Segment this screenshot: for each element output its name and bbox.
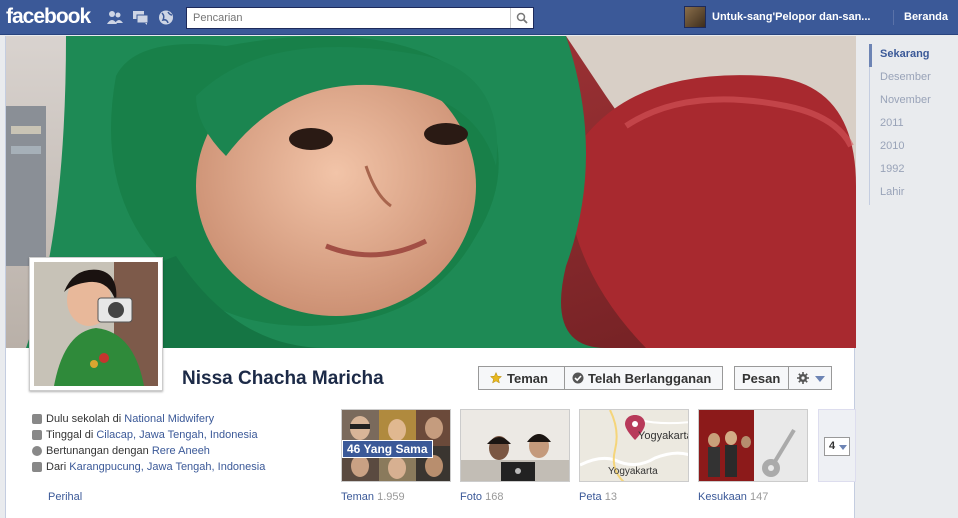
timeline-item-december[interactable]: Desember <box>869 67 949 90</box>
hometown-link[interactable]: Karangpucung, Jawa Tengah, Indonesia <box>69 461 265 473</box>
friends-tile[interactable]: 46 Yang Sama <box>341 409 451 482</box>
search-box <box>186 7 534 29</box>
chevron-down-icon <box>839 445 847 450</box>
friends-button[interactable]: Teman <box>478 366 565 390</box>
likes-count: 147 <box>750 491 769 503</box>
home-link[interactable]: Beranda <box>904 11 948 23</box>
likes-link[interactable]: Kesukaan <box>698 491 747 503</box>
star-icon <box>490 372 502 384</box>
timeline-item-2010[interactable]: 2010 <box>869 136 949 159</box>
search-icon <box>516 12 528 24</box>
likes-preview-image <box>699 410 807 481</box>
timeline-item-november[interactable]: November <box>869 90 949 113</box>
timeline-item-1992[interactable]: 1992 <box>869 159 949 182</box>
about-link[interactable]: Perihal <box>48 491 82 503</box>
education-icon <box>32 414 42 424</box>
photos-link[interactable]: Foto <box>460 491 482 503</box>
info-row-relationship: Bertunangan dengan Rere Aneeh <box>28 443 332 459</box>
subscribed-button[interactable]: Telah Berlangganan <box>564 366 723 390</box>
timeline-item-2011[interactable]: 2011 <box>869 113 949 136</box>
chevron-down-icon <box>815 376 825 382</box>
timeline-year-navigation: Sekarang Desember November 2011 2010 199… <box>869 44 949 205</box>
message-button-label: Pesan <box>742 371 781 386</box>
nav-divider <box>893 10 894 25</box>
timeline-main-column: Nissa Chacha Maricha Teman Telah Berlang… <box>5 36 856 518</box>
more-sections-panel: 4 <box>818 409 856 482</box>
education-link[interactable]: National Midwifery <box>124 413 214 425</box>
profile-info-list: Dulu sekolah di National Midwifery Tingg… <box>28 411 332 475</box>
info-label: Tinggal di <box>46 429 97 441</box>
photos-preview-image <box>461 410 569 481</box>
top-navigation-bar: facebook Untuk-sang'Pelopor dan-san... B… <box>0 0 958 35</box>
photos-caption: Foto 168 <box>460 491 503 503</box>
info-row-hometown: Dari Karangpucung, Jawa Tengah, Indonesi… <box>28 459 332 475</box>
user-profile-link[interactable]: Untuk-sang'Pelopor dan-san... <box>712 11 870 23</box>
map-city-label-secondary: Yogyakarta <box>608 466 658 477</box>
user-avatar[interactable] <box>684 6 706 28</box>
profile-name: Nissa Chacha Maricha <box>182 368 384 389</box>
location-icon <box>32 462 42 472</box>
messages-icon[interactable] <box>133 10 149 25</box>
search-input[interactable] <box>187 8 509 28</box>
info-row-lives: Tinggal di Cilacap, Jawa Tengah, Indones… <box>28 427 332 443</box>
likes-caption: Kesukaan 147 <box>698 491 768 503</box>
settings-dropdown-button[interactable] <box>788 366 832 390</box>
mutual-friends-badge[interactable]: 46 Yang Sama <box>342 440 433 458</box>
message-button[interactable]: Pesan <box>734 366 789 390</box>
house-icon <box>32 430 42 440</box>
friends-button-label: Teman <box>507 371 548 386</box>
friends-count: 1.959 <box>377 491 405 503</box>
gear-icon <box>797 372 809 384</box>
notifications-globe-icon[interactable] <box>158 10 174 25</box>
more-sections-button[interactable]: 4 <box>824 437 850 456</box>
map-city-label: Yogyakarta <box>638 430 689 442</box>
info-label: Bertunangan dengan <box>46 445 152 457</box>
info-row-education: Dulu sekolah di National Midwifery <box>28 411 332 427</box>
search-button[interactable] <box>510 8 533 28</box>
photos-tile[interactable] <box>460 409 570 482</box>
map-link[interactable]: Peta <box>579 491 602 503</box>
map-caption: Peta 13 <box>579 491 617 503</box>
map-count: 13 <box>604 491 617 503</box>
photos-count: 168 <box>485 491 504 503</box>
profile-picture[interactable] <box>29 257 163 391</box>
profile-picture-image <box>34 262 158 386</box>
more-sections-count: 4 <box>829 440 836 452</box>
current-city-link[interactable]: Cilacap, Jawa Tengah, Indonesia <box>96 429 257 441</box>
map-tile[interactable]: Yogyakarta Yogyakarta <box>579 409 689 482</box>
info-label: Dari <box>46 461 70 473</box>
timeline-item-born[interactable]: Lahir <box>869 182 949 205</box>
relationship-link[interactable]: Rere Aneeh <box>152 445 210 457</box>
timeline-item-now[interactable]: Sekarang <box>869 44 949 67</box>
info-label: Dulu sekolah di <box>46 413 125 425</box>
facebook-logo[interactable]: facebook <box>6 5 91 29</box>
heart-icon <box>32 446 42 456</box>
friends-caption: Teman 1.959 <box>341 491 405 503</box>
subscribed-button-label: Telah Berlangganan <box>588 371 712 386</box>
checkmark-icon <box>572 372 584 384</box>
friend-requests-icon[interactable] <box>107 10 123 25</box>
friends-link[interactable]: Teman <box>341 491 374 503</box>
likes-tile[interactable] <box>698 409 808 482</box>
